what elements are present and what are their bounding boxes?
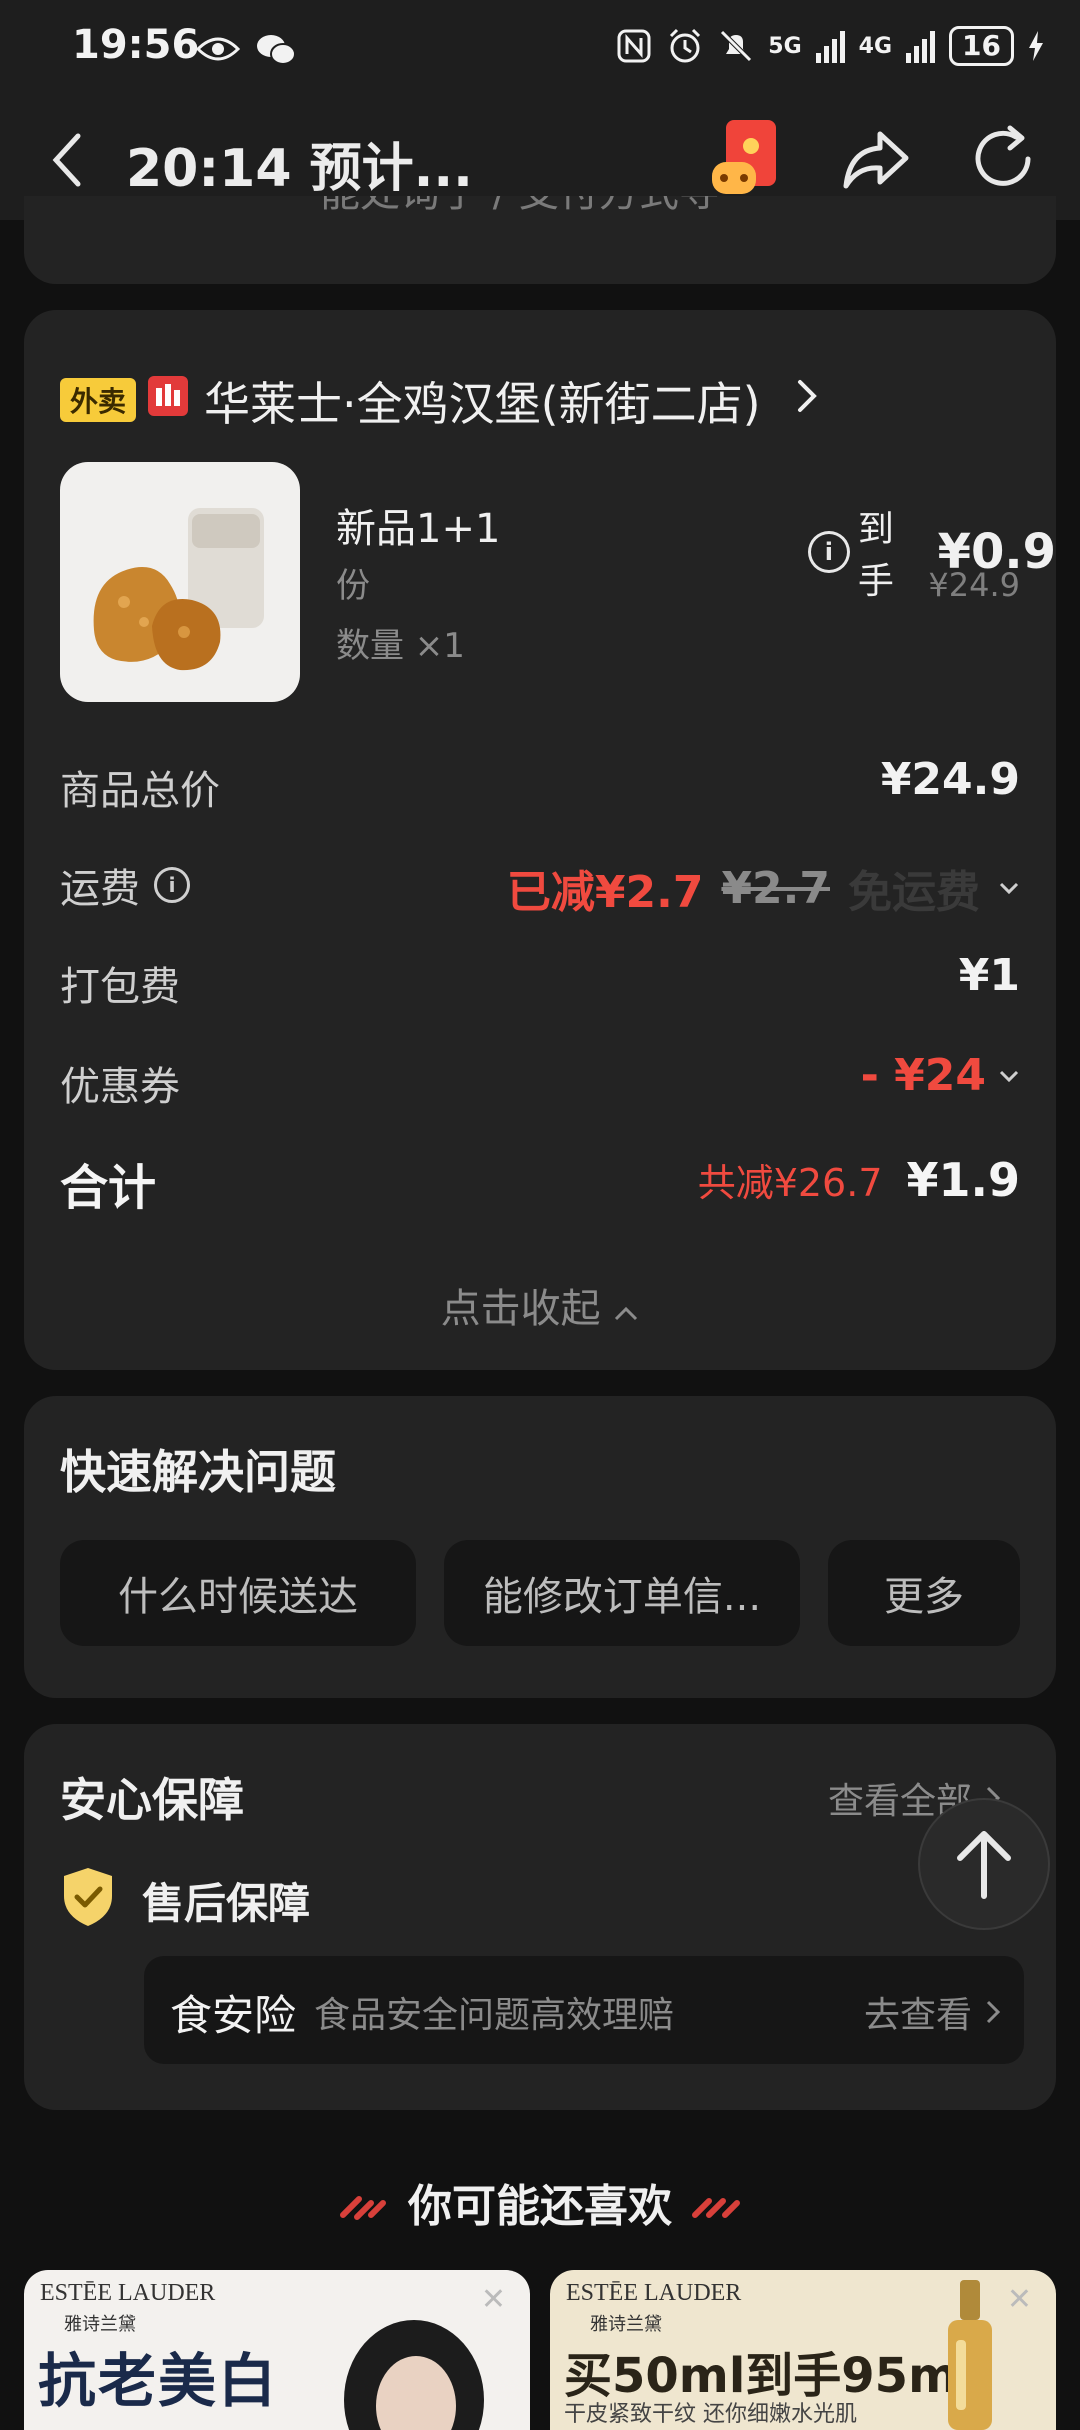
- status-bar: 19:56 5G 4G 16: [0, 0, 1080, 100]
- chevron-right-icon: [987, 2000, 1001, 2024]
- product-unit: 份: [336, 566, 370, 606]
- quick-help-title: 快速解决问题: [60, 1445, 336, 1499]
- insurance-description: 食品安全问题高效理赔: [314, 1995, 675, 2036]
- decor-strokes-right-icon: [692, 2198, 741, 2218]
- product-image[interactable]: [60, 462, 300, 702]
- fried-chicken-image: [93, 508, 264, 671]
- refresh-icon[interactable]: [966, 122, 1040, 196]
- decor-strokes-left-icon: [339, 2196, 386, 2220]
- takeout-tag: 外卖: [60, 378, 137, 422]
- packing-fee-value: ¥1: [958, 950, 1020, 1001]
- insurance-action-label: 去查看: [864, 1995, 973, 2036]
- mute-icon: [720, 30, 753, 62]
- info-icon[interactable]: i: [808, 531, 850, 573]
- product-name: 新品1+1: [336, 506, 501, 552]
- alarm-icon: [670, 28, 701, 63]
- charging-icon: [1029, 31, 1043, 61]
- coupon-label: 优惠券: [60, 1064, 180, 1110]
- shipping-info-icon[interactable]: i: [154, 867, 190, 903]
- ad-brand: ESTĒE LAUDER: [40, 2280, 216, 2306]
- coupon-value-group[interactable]: - ¥24: [861, 1050, 1020, 1101]
- back-arrow-icon[interactable]: [48, 130, 88, 190]
- shipping-reduced: 已减¥2.7: [506, 867, 704, 918]
- ad-headline: 抗老美白: [38, 2347, 279, 2415]
- ad-card-1[interactable]: ESTĒE LAUDER 雅诗兰黛 ✕ 抗老美白: [24, 2270, 530, 2430]
- packing-fee-label: 打包费: [60, 964, 180, 1010]
- status-icons: 5G 4G 16: [616, 26, 1044, 66]
- collapse-label: 点击收起: [440, 1286, 601, 1332]
- previous-card-bottom: 能处询了 / 支付方式寻: [24, 196, 1056, 284]
- final-price-label: 到手: [857, 509, 894, 602]
- ad-subtitle: 干皮紧致干纹 还你细嫩水光肌: [564, 2402, 857, 2427]
- shield-check-icon: [64, 1868, 112, 1926]
- total-value: ¥1.9: [906, 1153, 1021, 1207]
- ad-card-2[interactable]: ESTĒE LAUDER 雅诗兰黛 ✕ 买50ml到手95ml 干皮紧致干纹 还…: [550, 2270, 1056, 2430]
- safety-guarantee-card: 安心保障 查看全部 售后保障 食安险 食品安全问题高效理赔 去查看: [24, 1724, 1056, 2110]
- chevron-down-icon: [999, 882, 1019, 895]
- collapse-button[interactable]: 点击收起: [24, 1276, 1056, 1334]
- ad-brand-cn: 雅诗兰黛: [64, 2314, 136, 2335]
- question-modify-order[interactable]: 能修改订单信...: [444, 1540, 800, 1646]
- food-insurance-row[interactable]: 食安险 食品安全问题高效理赔 去查看: [144, 1956, 1024, 2064]
- arrow-up-icon: [957, 1831, 1011, 1899]
- original-price: ¥24.9: [928, 566, 1020, 604]
- product-quantity: 数量 ×1: [336, 626, 465, 666]
- model-portrait-image: [344, 2320, 484, 2430]
- share-icon[interactable]: [840, 124, 912, 196]
- ad-brand-cn: 雅诗兰黛: [590, 2314, 662, 2335]
- total-label: 合计: [60, 1160, 157, 1216]
- shipping-values[interactable]: 已减¥2.7 ¥2.7 免运费: [507, 856, 1020, 920]
- eye-icon: [196, 37, 240, 61]
- signal-5g-label: 5G: [768, 33, 802, 59]
- question-when-deliver[interactable]: 什么时候送达: [60, 1540, 416, 1646]
- shipping-original: ¥2.7: [721, 862, 830, 914]
- signal-5g-bars: [815, 29, 845, 63]
- chevron-down-icon: [999, 1070, 1019, 1082]
- total-group: 共减¥26.7 ¥1.9: [698, 1152, 1020, 1207]
- page-title: 20:14 预计...: [126, 139, 473, 199]
- chevron-up-icon: [615, 1306, 638, 1321]
- after-sale-label: 售后保障: [142, 1879, 311, 1928]
- recommend-title-text: 你可能还喜欢: [408, 2181, 672, 2232]
- serum-bottle-image: [948, 2280, 992, 2430]
- goods-total-value: ¥24.9: [880, 754, 1020, 805]
- battery-level: 16: [949, 26, 1014, 66]
- coupon-value: - ¥24: [860, 1050, 986, 1101]
- cut-off-text: 能处询了 / 支付方式寻: [320, 196, 719, 218]
- quick-help-card: 快速解决问题 什么时候送达 能修改订单信... 更多: [24, 1396, 1056, 1698]
- safety-title: 安心保障: [60, 1773, 244, 1827]
- signal-4g-bars: [906, 29, 936, 63]
- insurance-name: 食安险: [170, 1991, 297, 2040]
- recommend-title: 你可能还喜欢: [0, 2170, 1080, 2234]
- shipping-row-label: 运费 i: [60, 856, 190, 914]
- chevron-right-icon[interactable]: [794, 376, 820, 416]
- order-card: 外卖 华莱士·全鸡汉堡(新街二店) 新品1+1 份 数量 ×1 i 到手 ¥0.…: [24, 310, 1056, 1370]
- scroll-to-top-button[interactable]: [918, 1798, 1050, 1930]
- insurance-action[interactable]: 去查看: [864, 1986, 1003, 2038]
- more-questions-button[interactable]: 更多: [828, 1540, 1020, 1646]
- ad-brand: ESTĒE LAUDER: [566, 2280, 742, 2306]
- shop-name[interactable]: 华莱士·全鸡汉堡(新街二店): [204, 368, 761, 434]
- status-time: 19:56: [72, 22, 200, 68]
- shop-brand-icon: [148, 376, 188, 416]
- red-packet-icon[interactable]: [710, 118, 782, 200]
- total-saved: 共减¥26.7: [697, 1161, 883, 1205]
- nfc-icon: [617, 29, 651, 63]
- wechat-icon: [257, 35, 296, 65]
- shipping-label: 运费: [60, 866, 140, 912]
- free-shipping-label: 免运费: [848, 867, 980, 918]
- goods-total-label: 商品总价: [60, 768, 220, 814]
- signal-4g-label: 4G: [858, 33, 893, 59]
